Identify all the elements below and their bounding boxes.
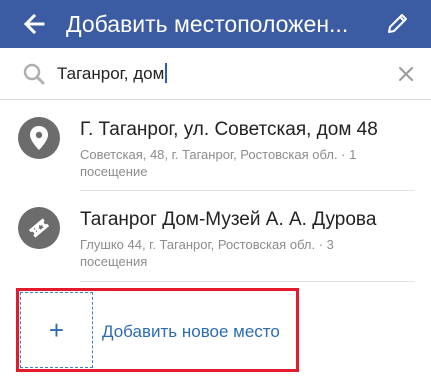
ticket-icon — [28, 218, 50, 238]
search-bar: Таганрог, дом — [0, 48, 431, 100]
divider — [80, 190, 415, 191]
pencil-icon — [388, 14, 407, 33]
add-place-icon-box: + — [20, 292, 93, 368]
location-avatar — [18, 207, 60, 249]
arrow-left-icon — [23, 13, 45, 35]
app-bar: Добавить местоположен... — [0, 0, 431, 48]
search-icon — [22, 62, 46, 86]
location-subtitle: Советская, 48, г. Таганрог, Ростовская о… — [80, 147, 357, 179]
divider — [80, 281, 415, 282]
list-item[interactable]: Таганрог Дом-Музей А. А. Дурова Глушко 4… — [0, 193, 431, 283]
clear-button[interactable] — [395, 63, 417, 85]
location-avatar — [18, 117, 60, 159]
back-button[interactable] — [20, 10, 48, 38]
page-title: Добавить местоположен... — [66, 11, 349, 37]
search-input-text: Таганрог, дом — [57, 64, 165, 83]
location-subtitle: Глушко 44, г. Таганрог, Ростовская обл. … — [80, 237, 334, 269]
list-item[interactable]: Г. Таганрог, ул. Советская, дом 48 Совет… — [0, 103, 431, 193]
plus-icon: + — [48, 315, 65, 345]
location-name: Г. Таганрог, ул. Советская, дом 48 — [80, 119, 378, 140]
add-place-label: Добавить новое место — [102, 322, 280, 341]
close-icon — [399, 67, 413, 81]
location-name: Таганрог Дом-Музей А. А. Дурова — [80, 209, 377, 230]
map-pin-icon — [30, 126, 48, 150]
add-new-place-button[interactable]: + Добавить новое место — [16, 288, 299, 372]
edit-button[interactable] — [385, 10, 411, 36]
search-input[interactable]: Таганрог, дом — [57, 63, 168, 85]
text-cursor — [165, 63, 168, 83]
